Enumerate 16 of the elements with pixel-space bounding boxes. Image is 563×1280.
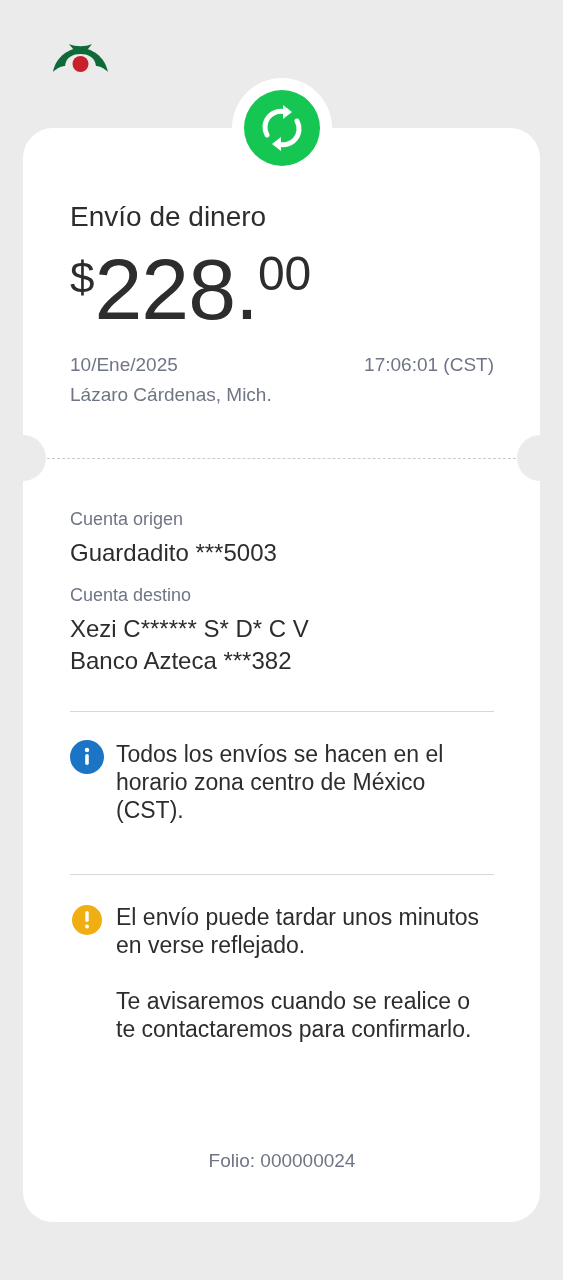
warning-icon [70, 903, 104, 937]
notice-text: Te avisaremos cuando se realice o te contactaremos para confirmarlo. [116, 987, 473, 1043]
info-icon [70, 740, 104, 774]
receipt-title: Envío de dinero [70, 200, 268, 234]
notice-text: Todos los envíos se hacen en el horario zona centro de México (CST). [116, 740, 445, 824]
location: Lázaro Cárdenas, Mich. [70, 383, 273, 407]
time: 17:06:01 (CST) [364, 353, 494, 377]
account-label: Cuenta origen [70, 508, 185, 531]
account-value: Xezi C****** S* D* C V [70, 614, 310, 644]
account-label: Cuenta destino [70, 584, 193, 607]
account-value: Guardadito ***5003 [70, 538, 278, 568]
notice-text: El envío puede tardar unos minutos en verse reflejado. [116, 903, 481, 959]
folio-number: Folio: 000000024 [207, 1150, 357, 1172]
date: 10/Ene/2025 [70, 353, 178, 377]
refresh-icon [243, 90, 320, 166]
account-value: Banco Azteca ***382 [70, 646, 293, 676]
